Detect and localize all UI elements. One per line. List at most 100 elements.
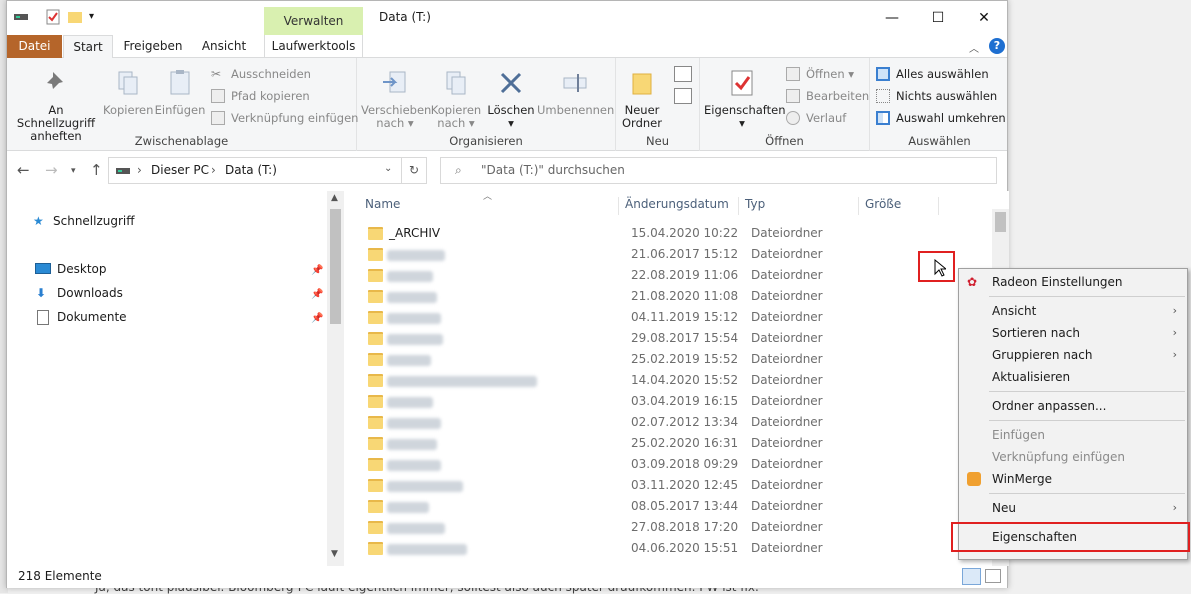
file-list-scrollbar-thumb[interactable]: [995, 212, 1006, 232]
table-row[interactable]: 04.06.2020 15:51 Dateiordner: [365, 539, 965, 560]
table-row[interactable]: 21.06.2017 15:12 Dateiordner: [365, 245, 965, 266]
breadcrumb-dieser-pc[interactable]: Dieser PC: [151, 163, 209, 177]
edit-button[interactable]: Bearbeiten: [786, 87, 869, 105]
copy-to-button[interactable]: Kopieren nach ▾: [427, 68, 485, 130]
table-row[interactable]: 03.04.2019 16:15 Dateiordner: [365, 392, 965, 413]
refresh-icon: ↻: [408, 163, 420, 177]
paste-button[interactable]: Einfügen: [153, 68, 207, 117]
customize-quick-access-icon[interactable]: ▾: [89, 11, 105, 27]
table-row[interactable]: _ARCHIV 15.04.2020 10:22 Dateiordner: [365, 224, 965, 245]
scroll-down-icon[interactable]: ▼: [331, 549, 338, 559]
open-button[interactable]: Öffnen ▾: [786, 65, 854, 83]
column-header-date[interactable]: Änderungsdatum: [619, 197, 739, 215]
table-row[interactable]: 25.02.2020 16:31 Dateiordner: [365, 434, 965, 455]
column-header-name[interactable]: Name: [359, 197, 619, 215]
maximize-button[interactable]: ☐: [915, 1, 961, 35]
tab-laufwerktools[interactable]: Laufwerktools: [264, 35, 363, 58]
nav-item-desktop[interactable]: Desktop: [35, 259, 107, 279]
easy-access-icon[interactable]: [674, 88, 692, 104]
menu-item-gruppieren[interactable]: Gruppieren nach ›: [959, 344, 1187, 366]
file-date: 03.09.2018 09:29: [631, 457, 739, 471]
pin-icon[interactable]: 📌: [311, 313, 323, 324]
help-icon[interactable]: ?: [989, 38, 1005, 54]
cut-button[interactable]: ✂ Ausschneiden: [211, 65, 311, 83]
menu-item-aktualisieren[interactable]: Aktualisieren: [959, 366, 1187, 388]
column-header-size[interactable]: Größe: [859, 197, 939, 215]
tab-datei[interactable]: Datei: [7, 35, 62, 58]
table-row[interactable]: 08.05.2017 13:44 Dateiordner: [365, 497, 965, 518]
table-row[interactable]: 29.08.2017 15:54 Dateiordner: [365, 329, 965, 350]
tab-ansicht[interactable]: Ansicht: [191, 35, 257, 58]
group-label-organisieren: Organisieren: [449, 134, 523, 148]
menu-item-ansicht[interactable]: Ansicht ›: [959, 300, 1187, 322]
move-to-button[interactable]: Verschieben nach ▾: [361, 68, 431, 130]
forward-arrow-icon[interactable]: →: [45, 161, 58, 179]
tab-freigeben[interactable]: Freigeben: [117, 35, 189, 58]
table-row[interactable]: 21.08.2020 11:08 Dateiordner: [365, 287, 965, 308]
file-type: Dateiordner: [751, 499, 823, 513]
nav-item-downloads[interactable]: ⬇ Downloads: [35, 283, 123, 303]
copy-path-button[interactable]: Pfad kopieren: [211, 87, 310, 105]
column-header-type[interactable]: Typ: [739, 197, 859, 215]
menu-item-verknuepfung-einfuegen[interactable]: Verknüpfung einfügen: [959, 446, 1187, 468]
nav-scrollbar-thumb[interactable]: [330, 209, 341, 324]
collapse-ribbon-icon[interactable]: ︿: [969, 40, 979, 55]
menu-item-neu[interactable]: Neu ›: [959, 497, 1187, 519]
back-arrow-icon[interactable]: ←: [17, 161, 30, 179]
redacted-file-name: [387, 523, 445, 534]
history-button[interactable]: Verlauf: [786, 109, 846, 127]
new-item-icon[interactable]: [674, 66, 692, 82]
menu-item-winmerge[interactable]: WinMerge: [959, 468, 1187, 490]
menu-item-radeon[interactable]: ✿ Radeon Einstellungen: [959, 271, 1187, 293]
file-date: 25.02.2019 15:52: [631, 352, 739, 366]
breadcrumb-data-drive[interactable]: Data (T:): [225, 163, 277, 177]
table-row[interactable]: 02.07.2012 13:34 Dateiordner: [365, 413, 965, 434]
redacted-file-name: [387, 418, 441, 429]
nav-item-quick-access[interactable]: ★ Schnellzugriff: [31, 211, 135, 231]
menu-item-sortieren[interactable]: Sortieren nach ›: [959, 322, 1187, 344]
pin-quick-access-button[interactable]: An Schnellzugriff anheften: [11, 68, 101, 143]
refresh-button[interactable]: ↻: [401, 157, 427, 184]
redacted-file-name: [387, 334, 443, 345]
address-bar[interactable]: › Dieser PC › Data (T:) ⌄: [108, 157, 402, 184]
close-button[interactable]: ✕: [961, 1, 1007, 35]
table-row[interactable]: 22.08.2019 11:06 Dateiordner: [365, 266, 965, 287]
menu-item-ordner-anpassen[interactable]: Ordner anpassen...: [959, 395, 1187, 417]
scroll-up-icon[interactable]: ▲: [331, 193, 338, 203]
up-arrow-icon[interactable]: ↑: [90, 161, 103, 179]
nav-scrollbar[interactable]: ▲ ▼: [327, 191, 344, 566]
table-row[interactable]: 03.09.2018 09:29 Dateiordner: [365, 455, 965, 476]
new-folder-button[interactable]: Neuer Ordner: [620, 68, 664, 130]
large-icons-view-icon[interactable]: [985, 569, 1001, 583]
recent-locations-chevron-icon[interactable]: ▾: [71, 166, 76, 176]
minimize-button[interactable]: —: [869, 1, 915, 35]
select-all-button[interactable]: Alles auswählen: [876, 65, 989, 83]
copy-button[interactable]: Kopieren: [103, 68, 153, 117]
delete-button[interactable]: Löschen ▾: [487, 68, 535, 130]
table-row[interactable]: 25.02.2019 15:52 Dateiordner: [365, 350, 965, 371]
group-label-zwischenablage: Zwischenablage: [134, 134, 229, 148]
details-view-icon[interactable]: [962, 568, 981, 585]
file-type: Dateiordner: [751, 457, 823, 471]
file-date: 27.08.2018 17:20: [631, 520, 739, 534]
table-row[interactable]: 03.11.2020 12:45 Dateiordner: [365, 476, 965, 497]
table-row[interactable]: 14.04.2020 15:52 Dateiordner: [365, 371, 965, 392]
rename-button[interactable]: Umbenennen: [537, 68, 614, 117]
nav-item-documents[interactable]: Dokumente: [35, 307, 127, 327]
table-row[interactable]: 04.11.2019 15:12 Dateiordner: [365, 308, 965, 329]
properties-quick-icon[interactable]: [45, 9, 61, 25]
search-input[interactable]: ⌕ "Data (T:)" durchsuchen: [440, 157, 997, 184]
paste-shortcut-button[interactable]: Verknüpfung einfügen: [211, 109, 358, 127]
select-none-button[interactable]: Nichts auswählen: [876, 87, 997, 105]
tab-start[interactable]: Start: [63, 35, 113, 59]
properties-button[interactable]: Eigenschaften ▾: [704, 68, 786, 130]
navigation-pane: ★ Schnellzugriff Desktop 📌 ⬇ Downloads 📌 D…: [7, 191, 347, 566]
ribbon: An Schnellzugriff anheften Kopieren Einf…: [7, 58, 1007, 151]
menu-item-einfuegen[interactable]: Einfügen: [959, 424, 1187, 446]
table-row[interactable]: 27.08.2018 17:20 Dateiordner: [365, 518, 965, 539]
pin-icon[interactable]: 📌: [311, 265, 323, 276]
invert-selection-button[interactable]: Auswahl umkehren: [876, 109, 1006, 127]
address-dropdown-chevron-icon[interactable]: ⌄: [384, 163, 392, 174]
new-folder-quick-icon[interactable]: [67, 9, 83, 25]
pin-icon[interactable]: 📌: [311, 289, 323, 300]
